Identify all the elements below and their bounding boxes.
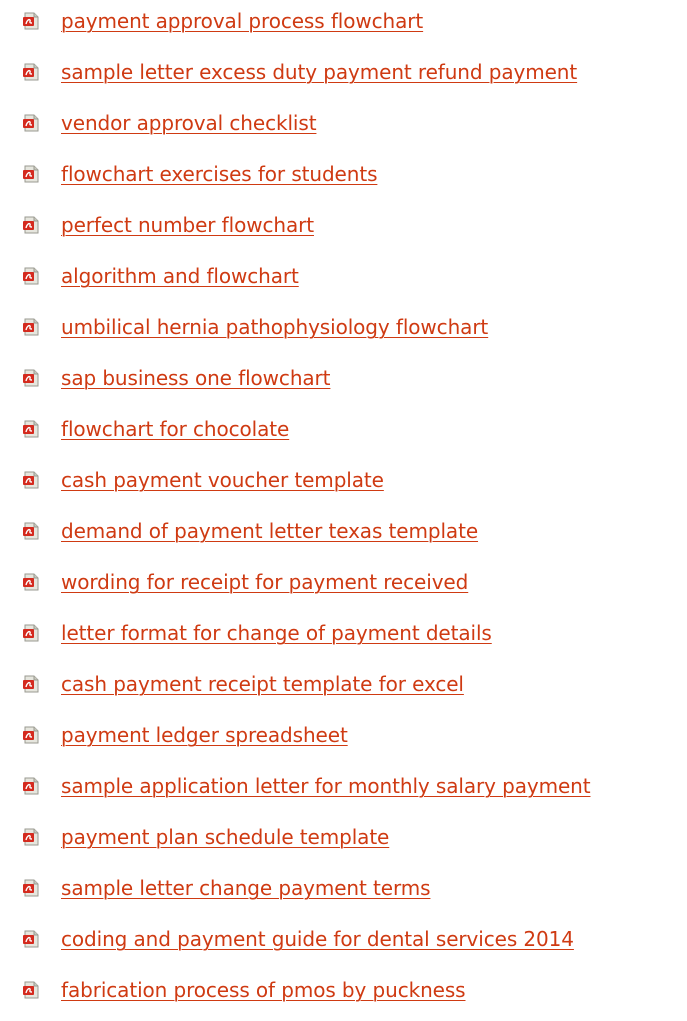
pdf-file-icon	[23, 63, 39, 81]
list-item: umbilical hernia pathophysiology flowcha…	[0, 310, 687, 344]
pdf-file-icon	[23, 318, 39, 336]
list-item: payment approval process flowchart	[0, 4, 687, 38]
pdf-file-icon	[23, 573, 39, 591]
list-item: flowchart for chocolate	[0, 412, 687, 446]
document-link[interactable]: coding and payment guide for dental serv…	[61, 927, 574, 951]
list-item: cash payment receipt template for excel	[0, 667, 687, 701]
document-link[interactable]: algorithm and flowchart	[61, 264, 299, 288]
pdf-file-icon	[23, 420, 39, 438]
document-link[interactable]: payment ledger spreadsheet	[61, 723, 348, 747]
document-link[interactable]: flowchart exercises for students	[61, 162, 377, 186]
list-item: fabrication process of pmos by puckness	[0, 973, 687, 1007]
pdf-file-icon	[23, 267, 39, 285]
document-link[interactable]: vendor approval checklist	[61, 111, 317, 135]
pdf-file-icon	[23, 777, 39, 795]
list-item: algorithm and flowchart	[0, 259, 687, 293]
document-link[interactable]: fabrication process of pmos by puckness	[61, 978, 466, 1002]
list-item: vendor approval checklist	[0, 106, 687, 140]
pdf-file-icon	[23, 165, 39, 183]
pdf-file-icon	[23, 879, 39, 897]
pdf-file-icon	[23, 930, 39, 948]
list-item: letter format for change of payment deta…	[0, 616, 687, 650]
pdf-file-icon	[23, 522, 39, 540]
document-link[interactable]: flowchart for chocolate	[61, 417, 289, 441]
list-item: sample letter excess duty payment refund…	[0, 55, 687, 89]
document-link[interactable]: demand of payment letter texas template	[61, 519, 478, 543]
pdf-file-icon	[23, 12, 39, 30]
list-item: payment plan schedule template	[0, 820, 687, 854]
document-link[interactable]: sample letter excess duty payment refund…	[61, 60, 577, 84]
pdf-file-icon	[23, 675, 39, 693]
document-link[interactable]: payment approval process flowchart	[61, 9, 423, 33]
pdf-file-icon	[23, 471, 39, 489]
list-item: sample letter change payment terms	[0, 871, 687, 905]
document-link[interactable]: sample letter change payment terms	[61, 876, 431, 900]
list-item: demand of payment letter texas template	[0, 514, 687, 548]
list-item: flowchart exercises for students	[0, 157, 687, 191]
list-item: coding and payment guide for dental serv…	[0, 922, 687, 956]
document-link[interactable]: sap business one flowchart	[61, 366, 331, 390]
list-item: payment ledger spreadsheet	[0, 718, 687, 752]
list-item: wording for receipt for payment received	[0, 565, 687, 599]
list-item: sap business one flowchart	[0, 361, 687, 395]
document-link[interactable]: sample application letter for monthly sa…	[61, 774, 591, 798]
document-link[interactable]: payment plan schedule template	[61, 825, 389, 849]
list-item: sample application letter for monthly sa…	[0, 769, 687, 803]
list-item: perfect number flowchart	[0, 208, 687, 242]
list-item: cash payment voucher template	[0, 463, 687, 497]
pdf-file-icon	[23, 981, 39, 999]
document-link[interactable]: cash payment receipt template for excel	[61, 672, 464, 696]
pdf-file-icon	[23, 369, 39, 387]
document-link[interactable]: perfect number flowchart	[61, 213, 314, 237]
document-link[interactable]: letter format for change of payment deta…	[61, 621, 492, 645]
pdf-file-icon	[23, 726, 39, 744]
document-link[interactable]: wording for receipt for payment received	[61, 570, 468, 594]
document-link[interactable]: cash payment voucher template	[61, 468, 384, 492]
pdf-file-icon	[23, 114, 39, 132]
pdf-file-icon	[23, 624, 39, 642]
document-link[interactable]: umbilical hernia pathophysiology flowcha…	[61, 315, 488, 339]
pdf-file-icon	[23, 828, 39, 846]
pdf-file-icon	[23, 216, 39, 234]
